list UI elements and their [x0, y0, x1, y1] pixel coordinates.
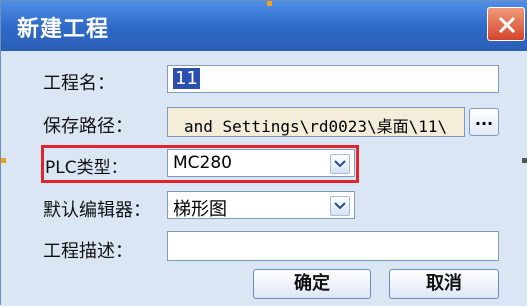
title-bar: 新建工程: [1, 1, 527, 51]
default-editor-value: 梯形图: [173, 199, 227, 220]
description-input[interactable]: [167, 231, 499, 261]
default-editor-label: 默认编辑器：: [43, 200, 151, 221]
project-name-input[interactable]: 11: [167, 65, 499, 93]
close-icon: [498, 16, 516, 34]
dialog-title: 新建工程: [17, 17, 110, 42]
cancel-button[interactable]: 取消: [389, 269, 499, 299]
resize-handle: [1, 158, 6, 163]
project-name-value: 11: [173, 68, 200, 89]
save-path-value: and Settings\rd0023\桌面\11\: [184, 117, 448, 136]
plc-type-highlight-box: [41, 145, 359, 183]
ok-button[interactable]: 确定: [253, 269, 371, 299]
new-project-dialog: 新建工程 工程名： 11 保存路径： and Settings\rd0023\桌…: [0, 0, 527, 306]
save-path-label: 保存路径：: [43, 116, 133, 137]
default-editor-select[interactable]: 梯形图: [167, 191, 355, 220]
default-editor-dropdown-button[interactable]: [330, 196, 350, 216]
chevron-down-icon: [334, 202, 346, 210]
resize-handle: [267, 1, 272, 6]
resize-handle: [522, 158, 527, 163]
save-path-input[interactable]: and Settings\rd0023\桌面\11\: [167, 107, 465, 137]
description-label: 工程描述：: [43, 241, 133, 262]
project-name-label: 工程名：: [43, 73, 115, 94]
browse-button[interactable]: ...: [469, 108, 499, 136]
close-button[interactable]: [487, 7, 525, 41]
